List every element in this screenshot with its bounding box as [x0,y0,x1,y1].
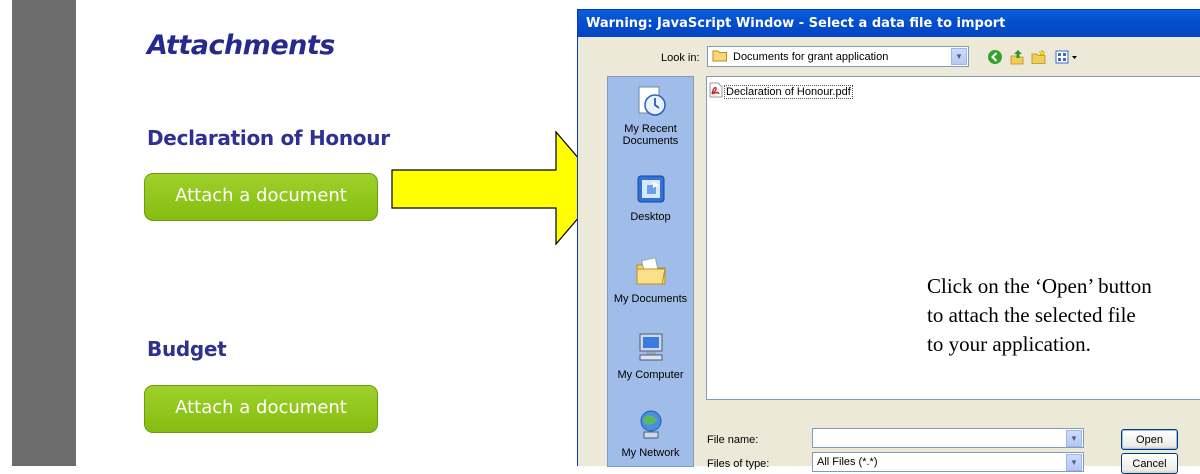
file-import-dialog: Warning: JavaScript Window - Select a da… [577,9,1200,474]
file-name-label: File name: [707,434,759,446]
place-label: My Computer [617,369,684,381]
file-name: Declaration of Honour.pdf [724,84,853,99]
cancel-button[interactable]: Cancel [1121,453,1178,474]
views-menu-icon[interactable] [1054,48,1080,66]
my-network-icon [608,409,693,444]
file-name-input[interactable]: ▼ [812,428,1084,448]
page-title: Attachments [147,30,335,61]
attach-document-button-budget[interactable]: Attach a document [144,385,378,433]
place-my-recent-documents[interactable]: My Recent Documents [608,85,693,147]
look-in-chevron-down-icon[interactable]: ▼ [951,48,967,65]
open-button[interactable]: Open [1121,429,1178,450]
section-title-declaration: Declaration of Honour [147,126,390,150]
place-label: Desktop [630,211,671,223]
annotation-line: Click on the ‘Open’ button [927,274,1152,298]
dialog-titlebar[interactable]: Warning: JavaScript Window - Select a da… [578,10,1200,37]
places-bar: My Recent Documents Desktop My Documents… [607,76,694,467]
place-my-network[interactable]: My Network [608,409,693,459]
annotation-line: to your application. [927,332,1091,356]
attach-document-button-declaration[interactable]: Attach a document [144,173,378,221]
section-title-budget: Budget [147,337,227,361]
files-of-type-chevron-down-icon[interactable]: ▼ [1066,454,1082,471]
look-in-label: Look in: [661,52,700,64]
files-of-type-value: All Files (*.*) [817,456,878,468]
up-folder-icon[interactable] [1008,48,1026,66]
files-of-type-label: Files of type: [707,458,770,470]
pdf-file-icon [709,82,723,101]
desktop-icon [608,173,693,208]
my-computer-icon [608,331,693,366]
file-name-chevron-down-icon[interactable]: ▼ [1066,430,1082,447]
annotation-line: to attach the selected file [927,303,1136,327]
place-label: My Network [621,447,680,459]
place-label: My Recent Documents [622,123,679,147]
yellow-arrow-icon [391,130,605,246]
look-in-value: Documents for grant application [733,50,889,63]
folder-icon [712,49,728,65]
place-my-documents[interactable]: My Documents [608,255,693,305]
place-label: My Documents [613,293,688,305]
my-documents-icon [608,255,693,290]
file-list: Declaration of Honour.pdf Click on the ‘… [706,76,1200,400]
look-in-dropdown[interactable]: Documents for grant application ▼ [707,46,969,67]
left-gray-bar [12,0,76,466]
back-icon[interactable] [986,48,1004,66]
files-of-type-select[interactable]: All Files (*.*) ▼ [812,452,1084,472]
new-folder-icon[interactable] [1030,48,1048,66]
place-desktop[interactable]: Desktop [608,173,693,223]
dialog-title: Warning: JavaScript Window - Select a da… [586,16,1006,31]
place-my-computer[interactable]: My Computer [608,331,693,381]
instruction-annotation: Click on the ‘Open’ button to attach the… [927,272,1152,359]
file-item[interactable]: Declaration of Honour.pdf [709,82,853,101]
recent-documents-icon [608,85,693,120]
